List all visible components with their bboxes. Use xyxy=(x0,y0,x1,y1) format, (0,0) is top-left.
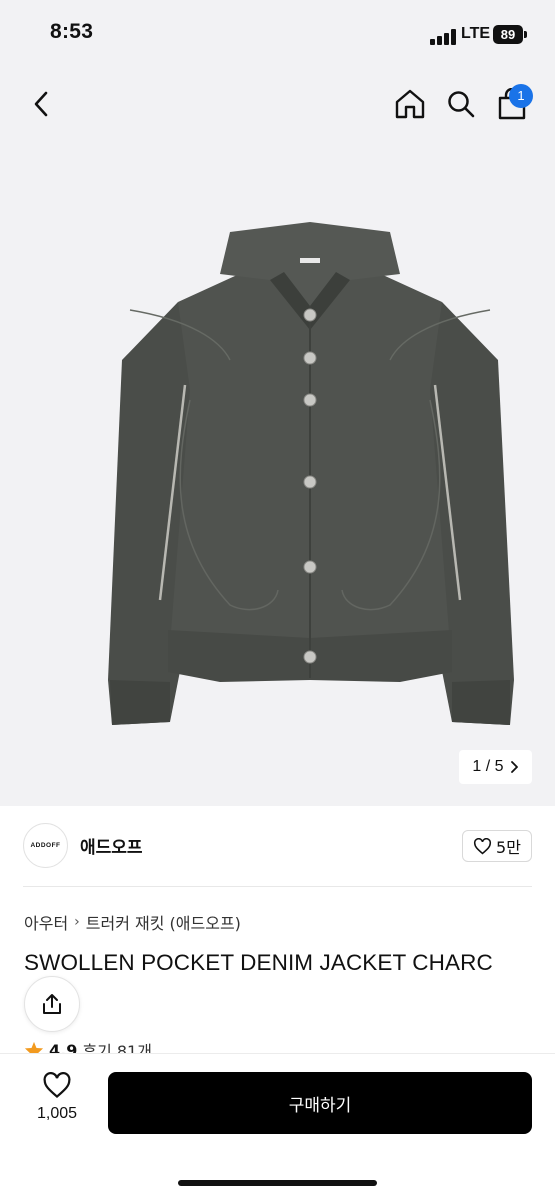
battery-icon: 89 xyxy=(493,25,523,44)
brand-logo[interactable]: ADDOFF xyxy=(23,823,68,868)
share-button[interactable] xyxy=(24,976,80,1032)
search-button[interactable] xyxy=(441,84,481,124)
status-time: 8:53 xyxy=(50,20,94,43)
share-icon xyxy=(43,994,61,1014)
heart-icon xyxy=(474,837,492,854)
battery-tip xyxy=(524,31,527,38)
back-button[interactable] xyxy=(24,86,58,122)
back-icon xyxy=(34,91,48,117)
wishlist-count: 1,005 xyxy=(36,1105,78,1122)
breadcrumb: 아우터 › 트러커 재킷 (애드오프) xyxy=(24,910,241,934)
signal-icon xyxy=(430,29,456,45)
brand-like-count: 5만 xyxy=(496,838,521,857)
image-counter-label: 1 / 5 xyxy=(472,758,504,775)
product-title: SWOLLEN POCKET DENIM JACKET CHARC xyxy=(24,950,493,975)
image-counter-button[interactable]: 1 / 5 xyxy=(459,750,532,784)
status-bar: 8:53 LTE 89 xyxy=(0,0,555,70)
chevron-right-icon: › xyxy=(74,914,80,930)
network-type: LTE xyxy=(461,25,491,42)
divider xyxy=(23,886,532,887)
cart-badge: 1 xyxy=(509,84,533,108)
buy-button[interactable]: 구매하기 xyxy=(108,1072,532,1134)
home-button[interactable] xyxy=(390,84,430,124)
home-indicator[interactable] xyxy=(178,1180,377,1186)
brand-like-button[interactable]: 5만 xyxy=(462,830,532,862)
search-icon xyxy=(448,91,475,118)
breadcrumb-subcategory[interactable]: 트러커 재킷 (애드오프) xyxy=(86,910,241,934)
wishlist-button[interactable]: 1,005 xyxy=(22,1072,92,1136)
product-image[interactable] xyxy=(100,210,520,730)
home-icon xyxy=(395,89,425,119)
breadcrumb-category[interactable]: 아우터 xyxy=(24,910,68,934)
chevron-right-icon xyxy=(510,761,518,773)
brand-name[interactable]: 애드오프 xyxy=(80,833,143,858)
heart-icon xyxy=(43,1072,71,1099)
